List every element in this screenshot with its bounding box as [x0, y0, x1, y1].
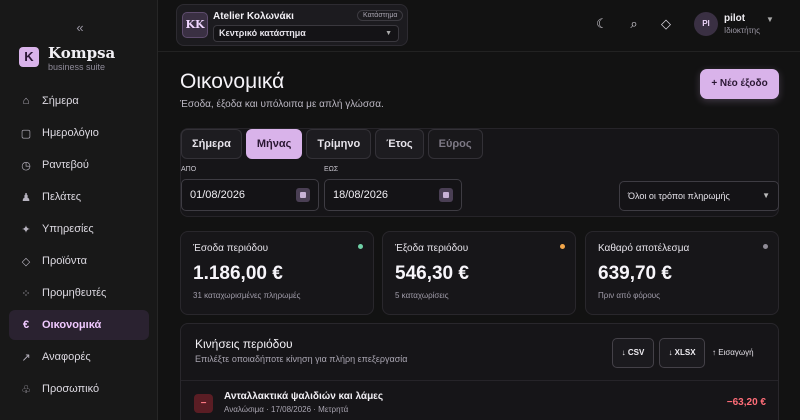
sidebar-item-label: Αναφορές [42, 351, 91, 363]
minus-icon: − [194, 394, 213, 413]
to-date-label: ΕΩΣ [324, 166, 339, 173]
status-dot [560, 244, 565, 249]
payment-method-value: Όλοι οι τρόποι πληρωμής [628, 191, 730, 201]
status-dot [763, 244, 768, 249]
sidebar-item-services[interactable]: ✦ Υπηρεσίες [9, 214, 149, 244]
brand-name: Kompsa [48, 44, 116, 62]
stat-label: Καθαρό αποτέλεσμα [598, 243, 690, 254]
row-amount: −63,20 € [726, 397, 766, 408]
row-meta: Αναλώσιμα · 17/08/2026 · Μετρητά [224, 405, 349, 414]
status-dot [358, 244, 363, 249]
store-switcher[interactable]: KK Atelier Κολωνάκι Κατάστημα Κεντρικό κ… [176, 4, 408, 46]
tab-month[interactable]: Μήνας [245, 129, 303, 159]
stat-value: 546,30 € [395, 263, 469, 284]
payment-method-select[interactable]: Όλοι οι τρόποι πληρωμής ▼ [619, 181, 779, 211]
sparkle-icon: ✦ [21, 223, 31, 236]
chevron-down-icon: ▼ [385, 30, 392, 37]
income-stat-card: Έσοδα περιόδου 1.186,00 € 31 καταχωρισμέ… [180, 231, 374, 315]
import-button[interactable]: ↑ Εισαγωγή [712, 348, 754, 357]
dots-icon: ⁘ [21, 287, 31, 300]
expenses-stat-card: Έξοδα περιόδου 546,30 € 5 καταχωρίσεις [382, 231, 576, 315]
person-icon: ♟ [21, 191, 31, 204]
sidebar-item-products[interactable]: ◇ Προϊόντα [9, 246, 149, 276]
sidebar-item-label: Ημερολόγιο [42, 127, 99, 139]
stat-value: 639,70 € [598, 263, 672, 284]
branch-select-value: Κεντρικό κατάστημα [219, 28, 306, 38]
sidebar-item-today[interactable]: ⌂ Σήμερα [9, 86, 149, 116]
to-date-field[interactable]: 18/08/2026 [324, 179, 462, 211]
stat-label: Έσοδα περιόδου [193, 243, 269, 254]
sidebar-item-label: Οικονομικά [42, 319, 102, 331]
chevron-down-icon: ▼ [762, 191, 770, 200]
tab-quarter[interactable]: Τρίμηνο [306, 129, 372, 159]
from-date-label: ΑΠΟ [181, 166, 197, 173]
sidebar-item-reports[interactable]: ↗ Αναφορές [9, 342, 149, 372]
from-date-field[interactable]: 01/08/2026 [181, 179, 319, 211]
topbar: KK Atelier Κολωνάκι Κατάστημα Κεντρικό κ… [158, 0, 800, 52]
sidebar-item-label: Σήμερα [42, 95, 79, 107]
sidebar-item-staff[interactable]: ♧ Προσωπικό [9, 374, 149, 404]
euro-icon: € [22, 319, 30, 331]
sidebar-item-clients[interactable]: ♟ Πελάτες [9, 182, 149, 212]
logo-icon: K [19, 47, 39, 67]
sidebar-nav: ⌂ Σήμερα ▢ Ημερολόγιο ◷ Ραντεβού ♟ Πελάτες ✦… [9, 86, 149, 406]
store-name: Atelier Κολωνάκι [213, 11, 294, 22]
stat-subtext: 5 καταχωρίσεις [395, 291, 449, 300]
page-subtitle: Έσοδα, έξοδα και υπόλοιπα με απλή γλώσσα… [180, 99, 384, 110]
sidebar-item-calendar[interactable]: ▢ Ημερολόγιο [9, 118, 149, 148]
new-expense-button[interactable]: + Νέο έξοδο [700, 69, 779, 99]
user-role: Ιδιοκτήτης [724, 26, 760, 35]
user-name[interactable]: pilot [724, 13, 745, 24]
stat-subtext: 31 καταχωρισμένες πληρωμές [193, 291, 301, 300]
export-csv-button[interactable]: ↓ CSV [612, 338, 654, 368]
diamond-icon: ◇ [21, 255, 31, 268]
stat-label: Έξοδα περιόδου [395, 243, 469, 254]
to-date-value: 18/08/2026 [333, 189, 389, 201]
sidebar-item-appointments[interactable]: ◷ Ραντεβού [9, 150, 149, 180]
stat-value: 1.186,00 € [193, 263, 283, 284]
sidebar-item-label: Προμηθευτές [42, 287, 107, 299]
stat-subtext: Πριν από φόρους [598, 291, 661, 300]
trend-arrow-icon: ↗ [21, 351, 31, 364]
calendar-icon[interactable] [296, 188, 310, 202]
from-date-value: 01/08/2026 [190, 189, 246, 201]
sidebar-item-suppliers[interactable]: ⁘ Προμηθευτές [9, 278, 149, 308]
export-xlsx-button[interactable]: ↓ XLSX [659, 338, 705, 368]
sidebar-item-label: Ραντεβού [42, 159, 89, 171]
divider [181, 380, 778, 381]
row-title: Ανταλλακτικά ψαλιδιών και λάμες [224, 391, 384, 402]
branch-select[interactable]: Κεντρικό κατάστημα ▼ [213, 25, 399, 42]
sidebar: « K Kompsa business suite ⌂ Σήμερα ▢ Ημερο… [0, 0, 158, 420]
section-title: Κινήσεις περιόδου [195, 337, 293, 351]
clock-icon: ◷ [21, 159, 31, 172]
net-result-stat-card: Καθαρό αποτέλεσμα 639,70 € Πριν από φόρο… [585, 231, 779, 315]
theme-moon-icon[interactable]: ☾ [594, 16, 610, 32]
collapse-sidebar-icon[interactable]: « [73, 21, 87, 35]
diamond-icon[interactable]: ◇ [658, 16, 674, 32]
page-title: Οικονομικά [180, 70, 285, 93]
sidebar-item-label: Προϊόντα [42, 255, 87, 267]
tab-today[interactable]: Σήμερα [181, 129, 242, 159]
staff-icon: ♧ [21, 383, 31, 396]
tab-year[interactable]: Έτος [375, 129, 424, 159]
store-type-badge: Κατάστημα [357, 10, 404, 21]
sidebar-item-finances[interactable]: € Οικονομικά [9, 310, 149, 340]
movements-panel: Κινήσεις περιόδου Επιλέξτε οποιαδήποτε κ… [180, 323, 779, 420]
avatar[interactable]: PI [694, 12, 718, 36]
sidebar-item-label: Υπηρεσίες [42, 223, 94, 235]
period-tabs: Σήμερα Μήνας Τρίμηνο Έτος Εύρος [181, 129, 487, 159]
search-icon[interactable]: ⌕ [626, 16, 642, 32]
chevron-down-icon[interactable]: ▼ [766, 15, 774, 24]
home-icon: ⌂ [22, 95, 30, 107]
calendar-icon[interactable] [439, 188, 453, 202]
section-subtitle: Επιλέξτε οποιαδήποτε κίνηση για πλήρη επ… [195, 354, 408, 364]
brand-subtitle: business suite [48, 62, 106, 72]
store-avatar: KK [182, 12, 208, 38]
sidebar-item-label: Προσωπικό [42, 383, 100, 395]
calendar-icon: ▢ [20, 127, 32, 140]
sidebar-item-label: Πελάτες [42, 191, 82, 203]
period-filter-panel: Σήμερα Μήνας Τρίμηνο Έτος Εύρος ΑΠΟ 01/0… [180, 128, 779, 217]
tab-range[interactable]: Εύρος [427, 129, 483, 159]
